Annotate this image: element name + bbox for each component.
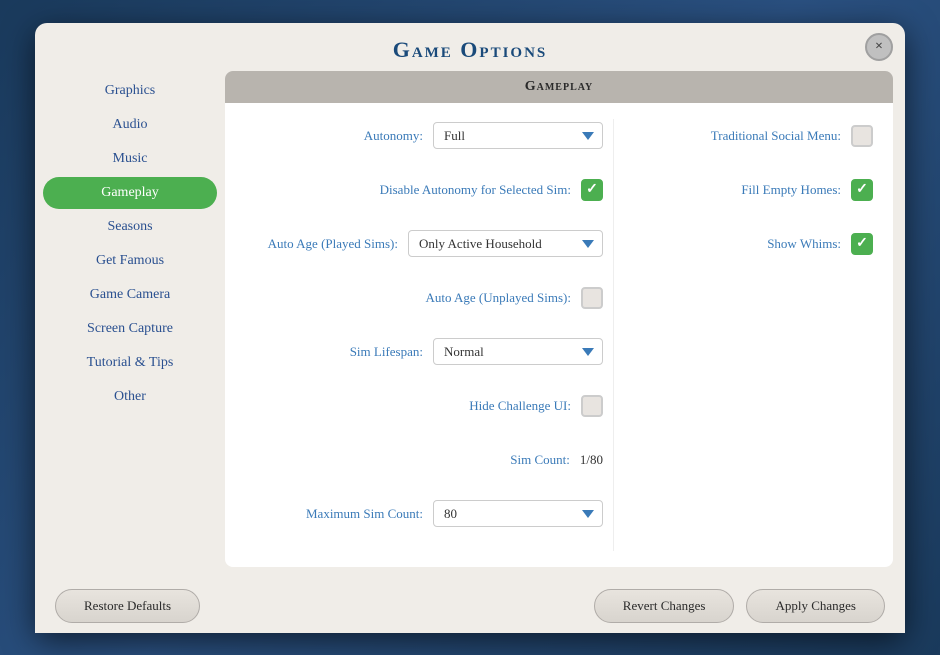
dialog-body: Graphics Audio Music Gameplay Seasons Ge… <box>35 71 905 579</box>
traditional-social-checkbox[interactable] <box>851 125 873 147</box>
sidebar-item-tutorial-tips[interactable]: Tutorial & Tips <box>43 347 217 379</box>
sidebar: Graphics Audio Music Gameplay Seasons Ge… <box>35 71 225 579</box>
auto-age-unplayed-label: Auto Age (Unplayed Sims): <box>425 290 571 306</box>
traditional-social-label: Traditional Social Menu: <box>711 128 841 144</box>
sim-lifespan-row: Sim Lifespan: Short Normal Long Epic <box>245 335 603 369</box>
sidebar-item-graphics[interactable]: Graphics <box>43 75 217 107</box>
sidebar-item-seasons[interactable]: Seasons <box>43 211 217 243</box>
game-options-dialog: Game Options × Graphics Audio Music Game… <box>35 23 905 633</box>
footer-right-buttons: Revert Changes Apply Changes <box>594 589 885 623</box>
apply-changes-button[interactable]: Apply Changes <box>746 589 885 623</box>
autonomy-row: Autonomy: Full High Normal Low Off <box>245 119 603 153</box>
disable-autonomy-row: Disable Autonomy for Selected Sim: <box>245 173 603 207</box>
dialog-footer: Restore Defaults Revert Changes Apply Ch… <box>35 579 905 633</box>
auto-age-played-dropdown[interactable]: Only Active Household All Off <box>408 230 603 257</box>
hide-challenge-label: Hide Challenge UI: <box>469 398 571 414</box>
sidebar-item-screen-capture[interactable]: Screen Capture <box>43 313 217 345</box>
max-sim-count-label: Maximum Sim Count: <box>306 506 423 522</box>
show-whims-checkbox[interactable] <box>851 233 873 255</box>
show-whims-label: Show Whims: <box>767 236 841 252</box>
autonomy-dropdown[interactable]: Full High Normal Low Off <box>433 122 603 149</box>
sidebar-item-audio[interactable]: Audio <box>43 109 217 141</box>
hide-challenge-row: Hide Challenge UI: <box>245 389 603 423</box>
autonomy-label: Autonomy: <box>364 128 423 144</box>
dialog-title: Game Options <box>393 37 548 62</box>
sim-lifespan-dropdown[interactable]: Short Normal Long Epic <box>433 338 603 365</box>
fill-empty-homes-label: Fill Empty Homes: <box>741 182 841 198</box>
show-whims-row: Show Whims: <box>634 227 873 261</box>
close-button[interactable]: × <box>865 33 893 61</box>
main-content: Gameplay Autonomy: Full High Normal <box>225 71 893 567</box>
fill-empty-homes-checkbox[interactable] <box>851 179 873 201</box>
sidebar-item-music[interactable]: Music <box>43 143 217 175</box>
title-bar: Game Options × <box>35 23 905 71</box>
auto-age-played-row: Auto Age (Played Sims): Only Active Hous… <box>245 227 603 261</box>
sim-count-row: Sim Count: 1/80 <box>245 443 603 477</box>
section-header: Gameplay <box>225 71 893 103</box>
sidebar-item-gameplay[interactable]: Gameplay <box>43 177 217 209</box>
revert-changes-button[interactable]: Revert Changes <box>594 589 735 623</box>
hide-challenge-checkbox[interactable] <box>581 395 603 417</box>
traditional-social-row: Traditional Social Menu: <box>634 119 873 153</box>
sidebar-item-other[interactable]: Other <box>43 381 217 413</box>
auto-age-unplayed-checkbox[interactable] <box>581 287 603 309</box>
max-sim-count-dropdown[interactable]: 20 40 60 80 100 <box>433 500 603 527</box>
max-sim-count-row: Maximum Sim Count: 20 40 60 80 100 <box>245 497 603 531</box>
fill-empty-homes-row: Fill Empty Homes: <box>634 173 873 207</box>
sim-count-value: 1/80 <box>580 452 603 468</box>
disable-autonomy-checkbox[interactable] <box>581 179 603 201</box>
restore-defaults-button[interactable]: Restore Defaults <box>55 589 200 623</box>
sidebar-item-game-camera[interactable]: Game Camera <box>43 279 217 311</box>
sim-lifespan-label: Sim Lifespan: <box>350 344 423 360</box>
sidebar-item-get-famous[interactable]: Get Famous <box>43 245 217 277</box>
auto-age-played-label: Auto Age (Played Sims): <box>268 236 398 252</box>
sim-count-label: Sim Count: <box>510 452 570 468</box>
disable-autonomy-label: Disable Autonomy for Selected Sim: <box>380 182 571 198</box>
auto-age-unplayed-row: Auto Age (Unplayed Sims): <box>245 281 603 315</box>
